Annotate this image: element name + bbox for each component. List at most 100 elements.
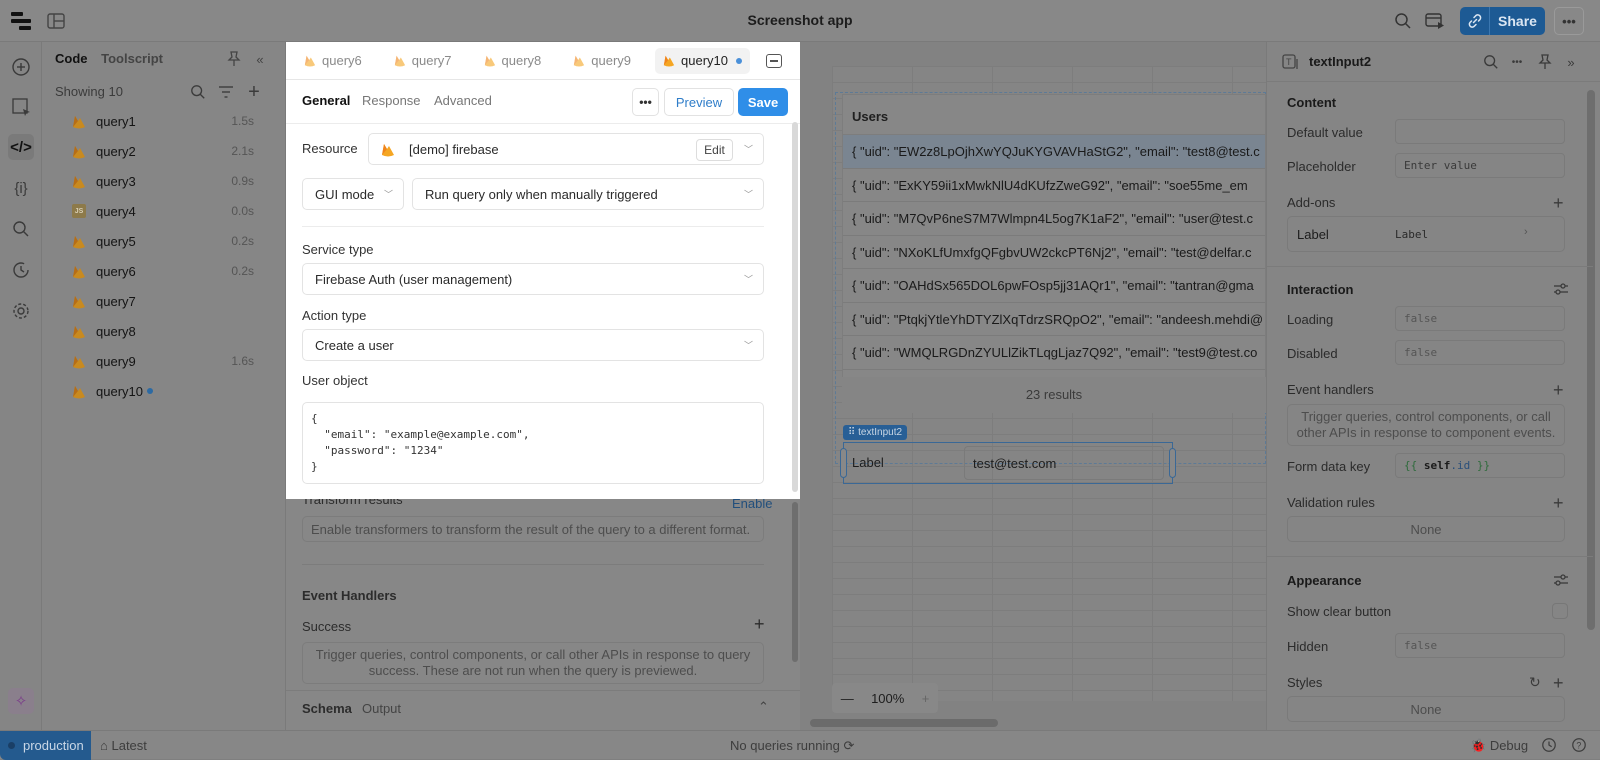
table-row[interactable]: { "uid": "PtqkjYtleYhDTYZlXqTdrzSRQpO2",… — [843, 303, 1265, 336]
add-validation-rule-icon[interactable]: + — [1553, 494, 1564, 512]
pin-icon[interactable] — [224, 50, 244, 68]
add-query-icon[interactable]: + — [244, 81, 264, 103]
users-table[interactable]: Users { "uid": "EW2z8LpOjhXwYQJuKYGVAVHa… — [842, 94, 1266, 412]
resize-handle-right[interactable] — [1169, 448, 1176, 478]
tab-general[interactable]: General — [302, 93, 350, 108]
search-icon[interactable] — [1392, 10, 1414, 32]
component-tree-icon[interactable] — [8, 94, 34, 120]
share-button[interactable]: Share — [1490, 7, 1545, 35]
query-tab[interactable]: query7 — [386, 48, 460, 74]
editor-scrollbar[interactable] — [792, 122, 798, 492]
table-row[interactable]: { "uid": "ExKY59ii1xMwkNlU4dKUfzZweG92",… — [843, 169, 1265, 202]
addon-label-row[interactable]: Label Label › — [1287, 216, 1565, 252]
add-addon-icon[interactable]: + — [1553, 194, 1564, 212]
inspector-scrollbar[interactable] — [1587, 90, 1595, 630]
query-tab[interactable]: query6 — [296, 48, 370, 74]
filter-icon[interactable] — [216, 82, 236, 102]
table-row[interactable]: { "uid": "NXoKLfUmxfgQFgbvUW2ckcPT6Nj2",… — [843, 236, 1265, 269]
minimize-icon[interactable] — [766, 54, 782, 68]
query-list-item[interactable]: query1 1.5s — [72, 108, 282, 134]
styles-value[interactable]: None — [1287, 696, 1565, 722]
search-icon[interactable] — [8, 216, 34, 242]
placeholder-input[interactable]: Enter value — [1395, 153, 1565, 178]
event-handlers-placeholder[interactable]: Trigger queries, control components, or … — [1287, 404, 1565, 446]
settings-gear-icon[interactable] — [8, 298, 34, 324]
query-list-item[interactable]: query3 0.9s — [72, 168, 282, 194]
help-icon[interactable]: ? — [1570, 736, 1588, 754]
add-success-handler-icon[interactable]: + — [754, 614, 765, 635]
transform-placeholder[interactable]: Enable transformers to transform the res… — [302, 516, 764, 542]
reset-styles-icon[interactable]: ↻ — [1529, 674, 1541, 691]
search-icon[interactable] — [1481, 52, 1501, 72]
collapse-panel-icon[interactable]: » — [1561, 52, 1581, 72]
action-type-select[interactable]: Create a user ﹀ — [302, 329, 764, 361]
pin-icon[interactable] — [1535, 52, 1555, 72]
more-icon[interactable]: ••• — [1507, 52, 1527, 72]
sliders-icon[interactable] — [1553, 282, 1569, 296]
copy-link-button[interactable] — [1460, 7, 1490, 35]
tab-schema[interactable]: Schema — [302, 701, 352, 716]
resource-select[interactable]: [demo] firebase Edit ﹀ — [368, 133, 764, 165]
query-list-item[interactable]: query2 2.1s — [72, 138, 282, 164]
add-component-icon[interactable] — [8, 54, 34, 80]
validation-rules-value[interactable]: None — [1287, 516, 1565, 542]
query-tab[interactable]: query8 — [476, 48, 550, 74]
preview-button[interactable]: Preview — [664, 88, 734, 116]
loading-input[interactable]: false — [1395, 306, 1565, 331]
query-tab[interactable]: query9 — [565, 48, 639, 74]
text-input-component[interactable]: Label test@test.com — [843, 442, 1173, 484]
expand-panel-icon[interactable]: ⌃ — [758, 699, 769, 715]
tab-code[interactable]: Code — [55, 51, 88, 66]
save-button[interactable]: Save — [738, 88, 788, 116]
refresh-icon[interactable]: ⟳ — [843, 738, 854, 753]
resize-handle-left[interactable] — [840, 448, 847, 478]
text-input-field[interactable]: test@test.com — [964, 446, 1164, 480]
query-list-item[interactable]: query5 0.2s — [72, 228, 282, 254]
history-icon[interactable] — [1540, 736, 1558, 754]
default-value-input[interactable] — [1395, 119, 1565, 144]
history-icon[interactable] — [8, 257, 34, 283]
edit-resource-button[interactable]: Edit — [696, 139, 733, 161]
form-data-key-input[interactable]: {{ self.id }} — [1395, 453, 1565, 478]
environment-badge[interactable]: production — [0, 731, 91, 760]
debug-button[interactable]: 🐞 Debug — [1470, 738, 1528, 754]
query-list-item[interactable]: query10 — [72, 378, 282, 404]
query-list-item[interactable]: query7 — [72, 288, 282, 314]
editor-scrollbar[interactable] — [792, 502, 798, 662]
assist-sparkle-icon[interactable]: ✧ — [8, 688, 34, 714]
preview-app-icon[interactable] — [1424, 10, 1446, 32]
query-list-item[interactable]: query8 — [72, 318, 282, 344]
add-style-icon[interactable]: + — [1553, 674, 1564, 692]
more-options-button[interactable]: ••• — [1554, 7, 1584, 35]
tab-toolscript[interactable]: Toolscript — [101, 51, 163, 66]
tab-output[interactable]: Output — [362, 701, 401, 716]
query-more-button[interactable]: ••• — [632, 88, 659, 116]
add-event-handler-icon[interactable]: + — [1553, 381, 1564, 399]
state-variables-icon[interactable]: {i} — [8, 175, 34, 201]
query-list-item[interactable]: JS query4 0.0s — [72, 198, 282, 224]
query-tab[interactable]: query10 — [655, 47, 750, 74]
table-row[interactable]: { "uid": "OAHdSx565DOL6pwFOsp5jj31AQr1",… — [843, 269, 1265, 303]
mode-select[interactable]: GUI mode ﹀ — [302, 178, 404, 210]
component-tag[interactable]: ⠿ textInput2 — [843, 425, 908, 440]
zoom-out-button[interactable]: — — [841, 691, 854, 706]
query-list-item[interactable]: query9 1.6s — [72, 348, 282, 374]
user-object-editor[interactable]: { "email": "example@example.com", "passw… — [302, 402, 764, 484]
zoom-in-button[interactable]: + — [922, 691, 930, 706]
table-row[interactable]: { "uid": "WMQLRGDnZYULlZikTLqgLjaz7Q92",… — [843, 336, 1265, 370]
search-queries-icon[interactable] — [188, 82, 208, 102]
hidden-input[interactable]: false — [1395, 633, 1565, 658]
table-row[interactable]: { "uid": "EW2z8LpOjhXwYQJuKYGVAVHaStG2",… — [843, 135, 1265, 169]
query-list-item[interactable]: query6 0.2s — [72, 258, 282, 284]
canvas-horizontal-scrollbar[interactable] — [810, 719, 998, 727]
show-clear-button-checkbox[interactable] — [1552, 603, 1568, 619]
collapse-panel-icon[interactable]: « — [250, 50, 270, 68]
table-row[interactable]: { "uid": "M7QvP6neS7M7Wlmpn4L5og7K1aF2",… — [843, 202, 1265, 236]
success-placeholder[interactable]: Trigger queries, control components, or … — [302, 642, 764, 684]
version-tag[interactable]: ⌂ Latest — [100, 738, 147, 753]
tab-advanced[interactable]: Advanced — [434, 93, 492, 108]
service-type-select[interactable]: Firebase Auth (user management) ﹀ — [302, 263, 764, 295]
code-icon[interactable]: </> — [8, 134, 34, 160]
trigger-select[interactable]: Run query only when manually triggered ﹀ — [412, 178, 764, 210]
tab-response[interactable]: Response — [362, 93, 421, 108]
